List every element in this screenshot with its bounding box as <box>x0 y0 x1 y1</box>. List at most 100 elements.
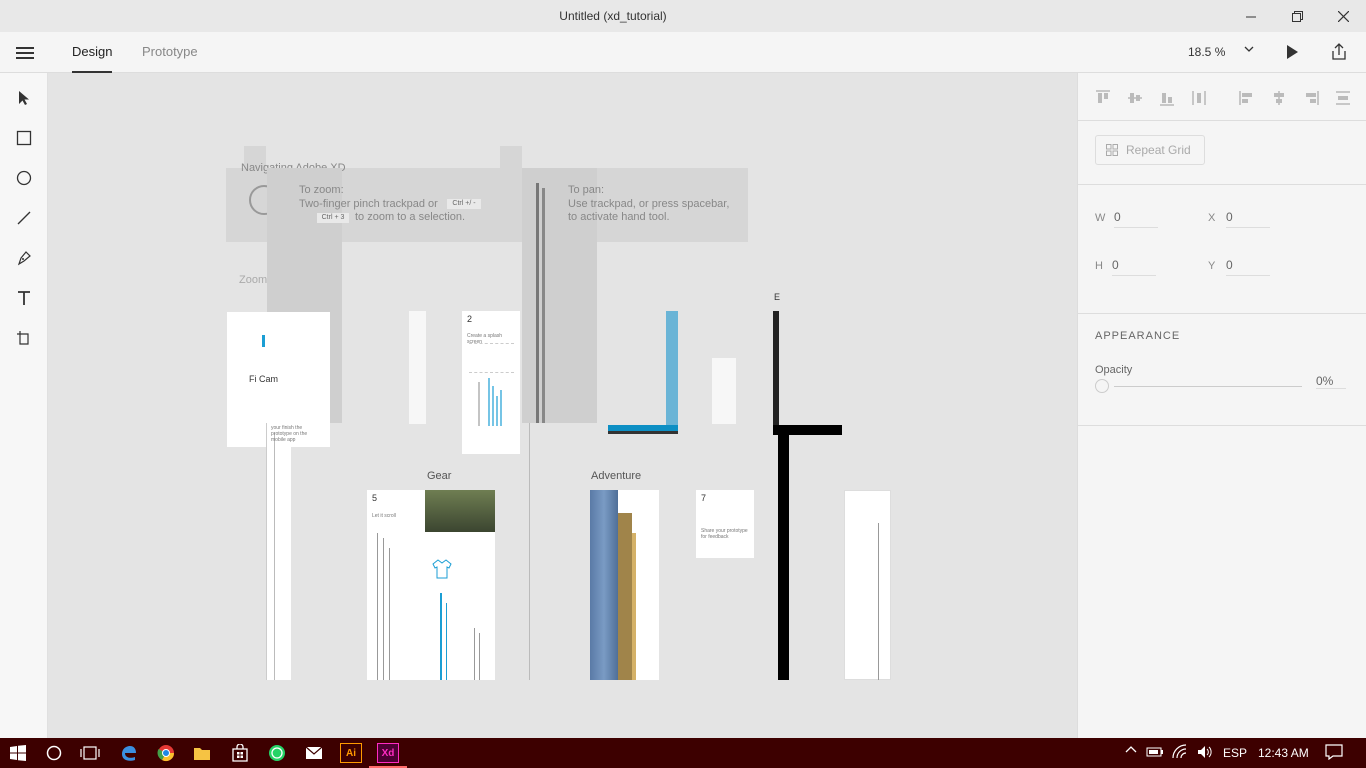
artboard-1-title: Fi Cam <box>249 374 278 384</box>
zoom-hint-title: To zoom: <box>299 184 344 196</box>
y-field[interactable]: 0 <box>1226 258 1270 276</box>
artboard-tool-icon[interactable] <box>14 328 34 348</box>
cortana-icon[interactable] <box>44 743 64 763</box>
artboard-blue-bar <box>608 425 678 434</box>
pen-tool-icon[interactable] <box>14 248 34 268</box>
ellipse-tool-icon[interactable] <box>14 168 34 188</box>
align-middle-icon[interactable] <box>1127 90 1143 106</box>
align-top-icon[interactable] <box>1095 90 1111 106</box>
opacity-label: Opacity <box>1095 364 1133 376</box>
repeat-grid-button[interactable]: Repeat Grid <box>1095 135 1205 165</box>
zoom-hint-line2: to zoom to a selection. <box>355 211 466 223</box>
illustrator-icon[interactable]: Ai <box>340 743 362 763</box>
key-ctrl-plus: Ctrl +/ - <box>447 199 481 209</box>
opacity-slider-handle[interactable] <box>1095 379 1109 393</box>
repeat-grid-label: Repeat Grid <box>1126 143 1191 157</box>
distribute-vertical-icon[interactable] <box>1191 90 1207 106</box>
x-label: X <box>1208 212 1216 224</box>
clock[interactable]: 12:43 AM <box>1258 746 1309 760</box>
line-tool-icon[interactable] <box>14 208 34 228</box>
pan-hint-line2: to activate hand tool. <box>568 211 670 223</box>
chevron-down-icon[interactable] <box>1244 44 1254 57</box>
glitch-line-blue <box>440 593 442 680</box>
glitch-line <box>383 538 384 680</box>
transform-section: W 0 X 0 H 0 Y 0 <box>1078 185 1366 314</box>
artboard-5-number: 5 <box>372 493 378 503</box>
restore-icon <box>1291 10 1303 22</box>
tools-panel <box>0 73 48 738</box>
show-hidden-icons-chevron-icon[interactable] <box>1125 744 1137 759</box>
adventure-photo-strip <box>632 533 636 680</box>
windows-start-icon[interactable] <box>8 743 28 763</box>
store-icon[interactable] <box>230 743 250 763</box>
height-label: H <box>1095 260 1103 272</box>
file-explorer-icon[interactable] <box>192 743 212 763</box>
align-right-icon[interactable] <box>1303 90 1319 106</box>
align-section <box>1078 73 1366 121</box>
artboard-blank[interactable] <box>409 311 426 424</box>
language-indicator[interactable]: ESP <box>1223 746 1247 760</box>
mail-icon[interactable] <box>304 743 324 763</box>
action-center-icon[interactable] <box>1325 744 1343 763</box>
gear-photo <box>425 490 495 532</box>
black-column <box>778 425 789 680</box>
gear-label: Gear <box>427 470 452 482</box>
glitch-line <box>536 183 539 423</box>
adventure-photo-strip <box>618 513 632 680</box>
appearance-heading: APPEARANCE <box>1095 330 1181 342</box>
jacket-icon <box>432 559 452 579</box>
glitch-column-white <box>266 423 291 680</box>
y-label: Y <box>1208 260 1216 272</box>
height-field[interactable]: 0 <box>1112 258 1156 276</box>
task-view-icon[interactable] <box>80 743 100 763</box>
minimize-icon <box>1245 16 1256 17</box>
opacity-slider-track[interactable] <box>1114 386 1302 387</box>
opacity-field[interactable]: 0% <box>1316 374 1346 389</box>
x-field[interactable]: 0 <box>1226 210 1270 228</box>
artboard-7-line2: for feedback <box>701 534 729 540</box>
text-tool-icon[interactable] <box>14 288 34 308</box>
pan-hint-line1: Use trackpad, or press spacebar, <box>568 198 730 210</box>
whatsapp-icon[interactable] <box>267 743 287 763</box>
share-icon[interactable] <box>1330 43 1348 61</box>
chrome-icon[interactable] <box>156 743 176 763</box>
design-canvas[interactable]: Navigating Adobe XD To zoom: Two-finger … <box>49 73 1077 738</box>
zoom-level[interactable]: 18.5 % <box>1188 45 1225 59</box>
window-title: Untitled (xd_tutorial) <box>559 9 667 23</box>
zoom-section-label: Zoom <box>239 274 268 286</box>
align-bottom-icon[interactable] <box>1159 90 1175 106</box>
width-label: W <box>1095 212 1106 224</box>
artboard-5-title: Let it scroll <box>372 513 396 519</box>
appearance-section: APPEARANCE Opacity 0% <box>1078 314 1366 426</box>
artboard-2-body <box>469 343 514 373</box>
volume-icon[interactable] <box>1197 745 1213 762</box>
rectangle-tool-icon[interactable] <box>14 128 34 148</box>
distribute-horizontal-icon[interactable] <box>1335 90 1351 106</box>
align-left-icon[interactable] <box>1239 90 1255 106</box>
wifi-icon[interactable] <box>1172 744 1190 763</box>
width-field[interactable]: 0 <box>1114 210 1158 228</box>
minimize-button[interactable] <box>1228 0 1274 32</box>
select-tool-icon[interactable] <box>14 88 34 108</box>
zoom-hint-line1: Two-finger pinch trackpad or <box>299 198 438 210</box>
hamburger-menu-icon[interactable] <box>14 44 36 62</box>
glitch-line <box>474 628 475 680</box>
repeat-grid-section: Repeat Grid <box>1078 121 1366 185</box>
close-button[interactable] <box>1320 0 1366 32</box>
battery-icon[interactable] <box>1146 746 1164 761</box>
glitch-block <box>500 146 522 168</box>
tab-prototype[interactable]: Prototype <box>142 44 198 59</box>
artboard-label-e: E <box>774 292 781 302</box>
artboard-2-number: 2 <box>467 314 473 324</box>
restore-button[interactable] <box>1274 0 1320 32</box>
glitch-line <box>479 633 480 680</box>
adobe-xd-icon[interactable]: Xd <box>377 743 399 763</box>
artboard-blank-2[interactable] <box>712 358 736 424</box>
menu-bar: Design Prototype 18.5 % <box>0 32 1366 73</box>
align-center-icon[interactable] <box>1271 90 1287 106</box>
artboard-last[interactable] <box>844 490 891 680</box>
play-icon[interactable] <box>1284 43 1300 61</box>
edge-icon[interactable] <box>118 743 138 763</box>
adventure-label: Adventure <box>591 470 642 482</box>
tab-design[interactable]: Design <box>72 44 113 73</box>
